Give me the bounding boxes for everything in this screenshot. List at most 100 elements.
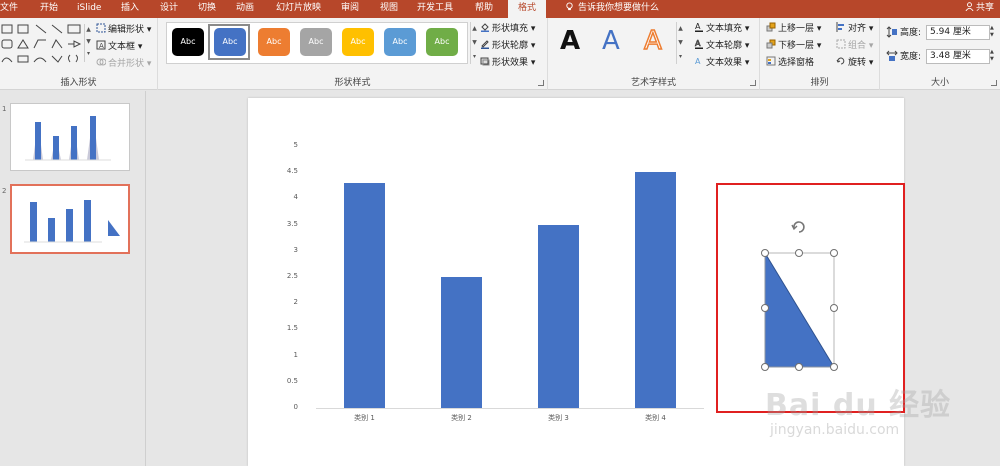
style-gallery-scroll[interactable]: ▲ ▼ ▾ <box>470 22 478 64</box>
width-label: 宽度: <box>900 52 922 62</box>
x-category-label: 类别 4 <box>645 414 666 422</box>
x-category-label: 类别 1 <box>354 414 375 422</box>
tab-view[interactable]: 视图 <box>380 0 398 18</box>
svg-text:A: A <box>695 57 701 66</box>
rotate-button[interactable]: 旋转 ▾ <box>836 56 873 70</box>
style-swatch-green[interactable]: Abc <box>426 28 458 56</box>
shape-effects-button[interactable]: 形状效果 ▾ <box>480 56 535 70</box>
size-launcher[interactable] <box>991 80 997 86</box>
chart-bar[interactable] <box>635 172 676 408</box>
text-effects-button[interactable]: A 文本效果 ▾ <box>694 56 749 70</box>
style-swatch-blue-selected[interactable]: Abc <box>214 28 246 56</box>
tab-transitions[interactable]: 切换 <box>198 0 216 18</box>
wordart-style-blue[interactable]: A <box>602 26 620 56</box>
tab-design[interactable]: 设计 <box>160 0 178 18</box>
chart-bar[interactable] <box>441 277 482 408</box>
tab-format[interactable]: 格式 <box>508 0 547 18</box>
width-input[interactable]: 3.48 厘米 <box>926 49 990 64</box>
shape-gallery[interactable] <box>0 22 92 68</box>
slide-thumbnail-pane: 1 2 <box>0 91 146 466</box>
send-backward-button[interactable]: 下移一层 ▾ <box>766 39 821 53</box>
style-swatch-orange[interactable]: Abc <box>258 28 290 56</box>
shape-styles-launcher[interactable] <box>538 80 544 86</box>
slide-2-preview <box>24 200 120 243</box>
person-icon <box>965 2 974 12</box>
tab-developer[interactable]: 开发工具 <box>417 0 453 18</box>
shape-outline-label: 形状轮廓 <box>492 41 529 51</box>
y-tick-label: 5 <box>293 141 298 149</box>
selection-pane-label: 选择窗格 <box>778 58 815 68</box>
text-outline-icon: A <box>695 39 703 49</box>
width-spinner[interactable]: ▲ ▼ <box>990 49 994 63</box>
style-swatch-gray[interactable]: Abc <box>300 28 332 56</box>
selection-pane-button[interactable]: 选择窗格 <box>766 56 814 70</box>
slide-number-2: 2 <box>2 187 7 195</box>
group-button[interactable]: 组合 ▾ <box>836 39 873 53</box>
chart-bar[interactable] <box>538 224 579 408</box>
tab-file[interactable]: 文件 <box>0 0 18 18</box>
send-backward-label: 下移一层 <box>778 41 815 51</box>
y-tick-label: 3.5 <box>286 219 298 228</box>
text-fill-button[interactable]: A 文本填充 ▾ <box>694 22 749 36</box>
baidu-watermark-logo: Bai du 经验 <box>765 388 952 423</box>
ribbon: ▲ ▼ ▾ 编辑形状 ▾ A 文本框 ▾ 合并形状 ▾ 插入形状 Abc Abc Ab… <box>0 18 1000 90</box>
wordart-launcher[interactable] <box>750 80 756 86</box>
group-icon <box>836 39 846 49</box>
tab-slideshow[interactable]: 幻灯片放映 <box>276 0 321 18</box>
y-tick-label: 1 <box>293 350 298 359</box>
group-arrange: 上移一层 ▾ 下移一层 ▾ 选择窗格 对齐 ▾ 组合 ▾ 旋转 ▾ 排列 <box>760 18 880 90</box>
lightbulb-icon <box>566 2 573 11</box>
wordart-style-black[interactable]: A <box>560 26 580 56</box>
pen-icon <box>481 40 489 49</box>
text-outline-label: 文本轮廓 <box>706 41 743 51</box>
text-fill-icon: A <box>695 22 703 32</box>
text-box-icon: A <box>96 40 106 50</box>
slide-thumbnail-1[interactable] <box>10 103 130 171</box>
wordart-style-orange-outline[interactable]: A <box>643 25 662 57</box>
text-box-label: 文本框 <box>108 42 136 52</box>
rotate-icon <box>836 57 845 65</box>
style-swatch-black[interactable]: Abc <box>172 28 204 56</box>
powerpoint-window: 文件 开始 iSlide 插入 设计 切换 动画 幻灯片放映 审阅 视图 开发工… <box>0 0 1000 466</box>
wordart-gallery-scroll[interactable]: ▲ ▼ ▾ <box>676 22 684 64</box>
shape-fill-button[interactable]: 形状填充 ▾ <box>480 22 535 36</box>
text-outline-button[interactable]: A 文本轮廓 ▾ <box>694 39 750 53</box>
height-input[interactable]: 5.94 厘米 <box>926 25 990 40</box>
style-swatch-gold[interactable]: Abc <box>342 28 374 56</box>
group-label-arrange: 排列 <box>810 78 829 88</box>
group-size: 高度: 5.94 厘米 ▲ ▼ 宽度: 3.48 厘米 ▲ ▼ 大小 <box>880 18 1000 90</box>
selection-pane-icon <box>766 56 776 66</box>
share-button[interactable]: 共享 <box>965 0 994 18</box>
rotate-label: 旋转 <box>848 58 867 68</box>
shape-gallery-scroll[interactable]: ▲ ▼ ▾ <box>84 24 92 62</box>
height-spinner[interactable]: ▲ ▼ <box>990 25 994 39</box>
slide-thumbnail-2-selected[interactable] <box>10 184 130 254</box>
y-tick-label: 3 <box>293 245 298 254</box>
tab-islide[interactable]: iSlide <box>77 0 101 18</box>
group-wordart-styles: A A A ▲ ▼ ▾ A 文本填充 ▾ A 文本轮廓 ▾ A 文本效果 ▾ 艺术字样式 <box>548 18 760 90</box>
text-box-button[interactable]: A 文本框 ▾ <box>96 40 142 54</box>
paint-bucket-icon <box>481 23 489 32</box>
slide-1-preview <box>25 116 111 161</box>
tab-help[interactable]: 帮助 <box>475 0 493 18</box>
tab-insert[interactable]: 插入 <box>121 0 139 18</box>
share-label: 共享 <box>975 3 994 13</box>
y-tick-label: 4 <box>293 193 298 202</box>
style-swatch-lightblue[interactable]: Abc <box>384 28 416 56</box>
shape-outline-button[interactable]: 形状轮廓 ▾ <box>480 39 535 53</box>
chart-bar[interactable] <box>344 182 385 408</box>
edit-shape-label: 编辑形状 <box>108 25 145 35</box>
align-icon <box>836 22 844 32</box>
tell-me-search[interactable]: 告诉我你想要做什么 <box>565 0 659 18</box>
group-label-wordart: 艺术字样式 <box>630 78 676 88</box>
edit-shape-button[interactable]: 编辑形状 ▾ <box>96 23 151 37</box>
tab-home[interactable]: 开始 <box>40 0 58 18</box>
align-button[interactable]: 对齐 ▾ <box>836 22 873 36</box>
tab-animations[interactable]: 动画 <box>236 0 254 18</box>
bring-forward-button[interactable]: 上移一层 ▾ <box>766 22 821 36</box>
y-tick-label: 4.5 <box>286 167 298 176</box>
tab-review[interactable]: 审阅 <box>341 0 359 18</box>
height-label: 高度: <box>900 28 922 38</box>
bring-forward-icon <box>766 22 776 32</box>
merge-shapes-button[interactable]: 合并形状 ▾ <box>96 57 151 71</box>
